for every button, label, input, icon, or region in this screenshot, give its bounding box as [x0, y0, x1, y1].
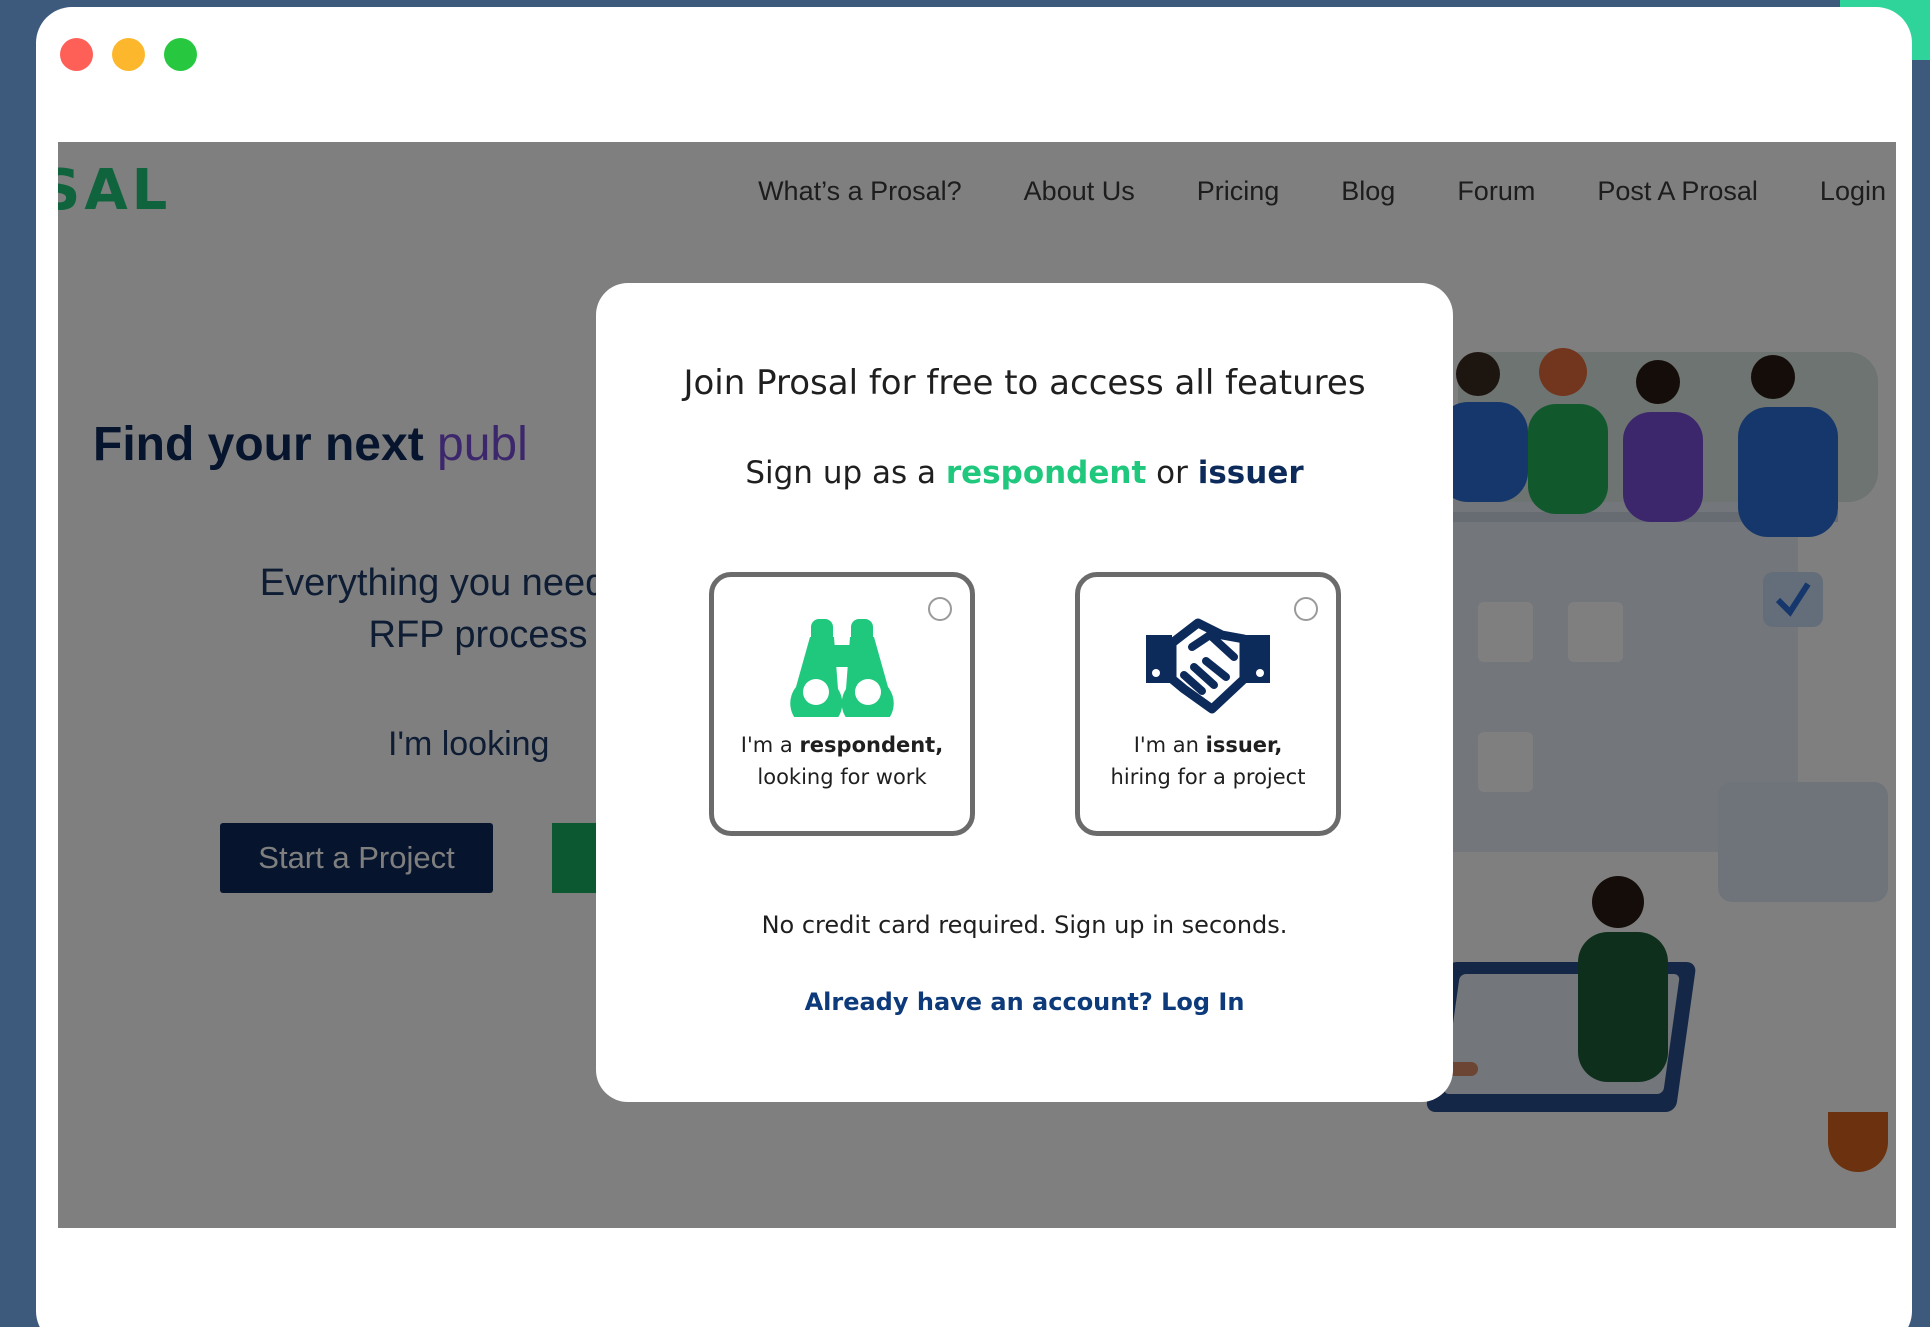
binoculars-icon	[790, 619, 894, 717]
respondent-label-prefix: I'm a	[740, 733, 793, 757]
modal-subtitle: Sign up as a respondent or issuer	[596, 455, 1453, 491]
modal-subtitle-respondent: respondent	[945, 455, 1147, 491]
maximize-window-button[interactable]	[164, 38, 197, 71]
close-window-button[interactable]	[60, 38, 93, 71]
issuer-label-desc: hiring for a project	[1110, 765, 1306, 789]
minimize-window-button[interactable]	[112, 38, 145, 71]
handshake-icon	[1146, 618, 1270, 714]
browser-window: SAL What’s a Prosal? About Us Pricing Bl…	[36, 7, 1912, 1327]
modal-subtitle-or: or	[1156, 455, 1188, 491]
respondent-label-role: respondent,	[799, 733, 944, 757]
no-credit-card-note: No credit card required. Sign up in seco…	[761, 911, 1288, 939]
respondent-option-card[interactable]: I'm a respondent, looking for work	[709, 572, 975, 836]
window-controls	[60, 38, 197, 71]
respondent-label-desc: looking for work	[757, 765, 927, 789]
issuer-label-role: issuer,	[1205, 733, 1283, 757]
signup-modal: Join Prosal for free to access all featu…	[596, 283, 1453, 1102]
respondent-label: I'm a respondent, looking for work	[714, 729, 970, 793]
modal-subtitle-issuer: issuer	[1197, 455, 1304, 491]
login-link[interactable]: Already have an account? Log In	[596, 988, 1453, 1016]
issuer-label-prefix: I'm an	[1133, 733, 1199, 757]
issuer-option-card[interactable]: I'm an issuer, hiring for a project	[1075, 572, 1341, 836]
issuer-label: I'm an issuer, hiring for a project	[1080, 729, 1336, 793]
modal-subtitle-prefix: Sign up as a	[745, 455, 936, 491]
website-viewport: SAL What’s a Prosal? About Us Pricing Bl…	[58, 142, 1896, 1228]
modal-title: Join Prosal for free to access all featu…	[683, 363, 1366, 403]
